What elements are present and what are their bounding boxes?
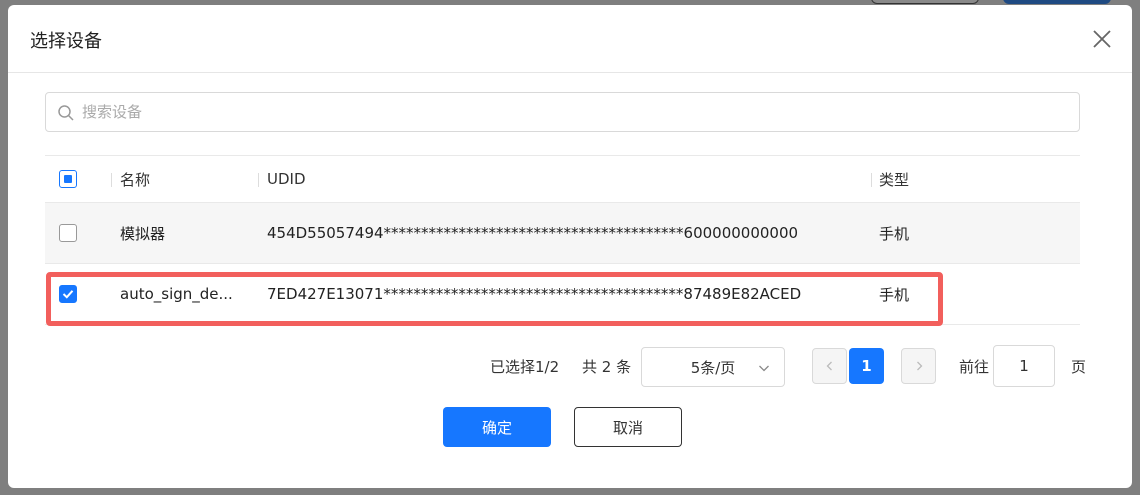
select-all-checkbox[interactable] [59, 170, 77, 188]
close-button[interactable] [1090, 27, 1114, 51]
table-row[interactable]: 模拟器 454D55057494************************… [45, 203, 1080, 264]
goto-suffix: 页 [1071, 358, 1087, 376]
table-row[interactable]: auto_sign_de... 7ED427E13071************… [45, 264, 1080, 325]
column-header-type: 类型 [879, 170, 910, 189]
row-checkbox[interactable] [59, 285, 77, 303]
cancel-button[interactable]: 取消 [574, 407, 682, 447]
device-name: 模拟器 [120, 224, 166, 243]
row-checkbox-cell[interactable] [59, 264, 77, 324]
device-type: 手机 [879, 224, 910, 243]
select-all-checkbox-cell[interactable] [59, 156, 77, 202]
device-udid: 7ED427E13071****************************… [267, 285, 802, 303]
device-table: 名称 UDID 类型 模拟器 454D55057494*************… [45, 155, 1080, 325]
page-size-value: 5条/页 [690, 358, 736, 377]
device-name: auto_sign_de... [120, 285, 233, 303]
device-udid: 454D55057494****************************… [267, 224, 799, 242]
page-number-current[interactable]: 1 [849, 348, 884, 384]
dialog-title: 选择设备 [30, 31, 102, 52]
background-primary-button [1003, 0, 1111, 4]
background-button [871, 0, 979, 4]
column-header-udid: UDID [267, 170, 306, 188]
total-count: 共 2 条 [582, 358, 632, 376]
dialog-header: 选择设备 [8, 5, 1132, 73]
close-icon [1093, 30, 1111, 48]
confirm-button[interactable]: 确定 [443, 407, 551, 447]
table-header: 名称 UDID 类型 [45, 155, 1080, 203]
next-page-button[interactable] [901, 348, 936, 384]
search-box[interactable] [45, 92, 1080, 132]
goto-page-input[interactable] [993, 345, 1055, 387]
page-size-select[interactable]: 5条/页 [641, 347, 785, 387]
search-input[interactable] [82, 93, 1042, 131]
column-divider [871, 173, 872, 187]
column-divider [111, 173, 112, 187]
chevron-right-icon [916, 361, 922, 371]
row-checkbox-cell[interactable] [59, 203, 77, 263]
column-header-name: 名称 [120, 170, 151, 189]
prev-page-button[interactable] [812, 348, 847, 384]
chevron-down-icon [759, 365, 769, 372]
selected-count: 已选择1/2 [490, 358, 560, 376]
chevron-left-icon [826, 361, 832, 371]
search-icon [58, 105, 74, 121]
row-checkbox[interactable] [59, 224, 77, 242]
checkmark-icon [62, 290, 74, 299]
device-type: 手机 [879, 285, 910, 304]
column-divider [258, 173, 259, 187]
goto-label: 前往 [959, 358, 990, 376]
